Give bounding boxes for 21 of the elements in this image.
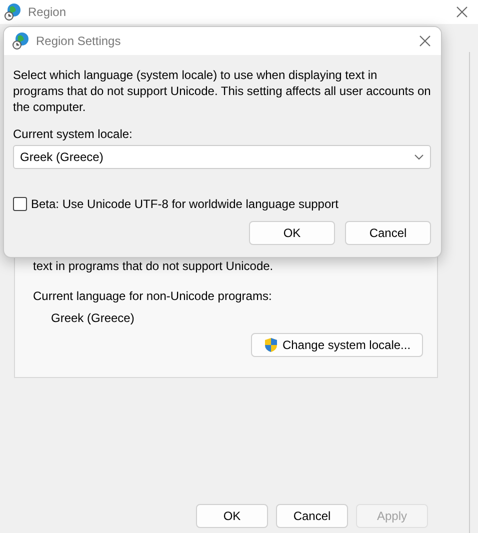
close-icon[interactable]	[456, 6, 468, 18]
locale-label: Current system locale:	[13, 127, 134, 141]
panel-text: text in programs that do not support Unicode.	[33, 259, 274, 273]
cancel-button[interactable]: Cancel	[276, 504, 348, 528]
window-title: Region	[28, 5, 68, 19]
beta-checkbox[interactable]	[13, 197, 27, 211]
close-icon[interactable]	[419, 35, 431, 47]
locale-dropdown[interactable]: Greek (Greece)	[13, 145, 431, 169]
beta-label: Beta: Use Unicode UTF-8 for worldwide language support	[31, 197, 338, 211]
chevron-down-icon	[414, 154, 424, 160]
shield-icon	[263, 337, 280, 353]
description-text: Select which language (system locale) to use when displaying text in programs that do not support Unicode. This setting affects all user accounts on the computer.	[13, 67, 431, 115]
dialog-title: Region Settings	[36, 34, 122, 48]
current-language-value: Greek (Greece)	[50, 311, 136, 325]
current-language-label: Current language for non-Unicode programs:	[33, 289, 273, 303]
globe-icon	[4, 3, 22, 21]
change-locale-button[interactable]: Change system locale...	[251, 333, 423, 357]
ok-button[interactable]: OK	[196, 504, 268, 528]
dialog-cancel-button[interactable]: Cancel	[345, 221, 431, 245]
dialog-ok-button[interactable]: OK	[249, 221, 335, 245]
globe-icon	[12, 32, 30, 50]
